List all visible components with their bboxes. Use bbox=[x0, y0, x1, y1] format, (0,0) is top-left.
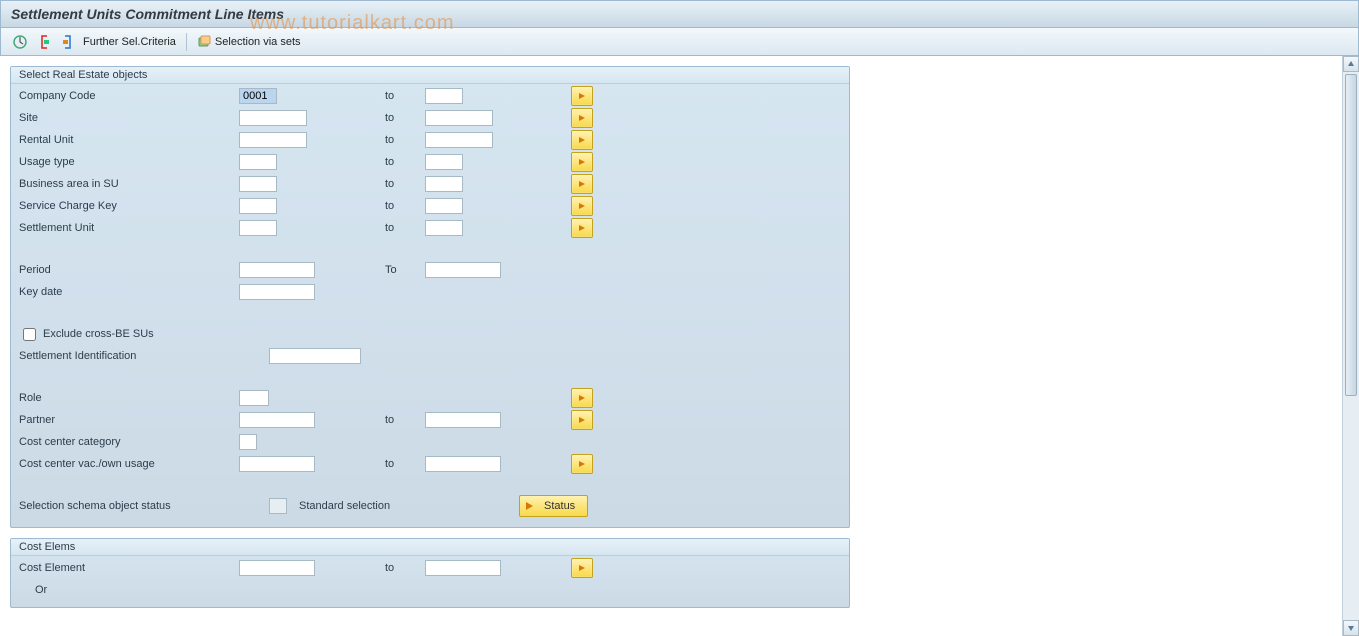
to-label: To bbox=[379, 264, 425, 276]
toolbar-separator bbox=[186, 33, 187, 51]
scroll-thumb[interactable] bbox=[1345, 74, 1357, 396]
business-area-to-input[interactable] bbox=[425, 176, 463, 192]
settlement-unit-multiple-button[interactable] bbox=[571, 218, 593, 238]
role-from-input[interactable] bbox=[239, 390, 269, 406]
usage-type-from-input[interactable] bbox=[239, 154, 277, 170]
toolbar: Further Sel.Criteria Selection via sets … bbox=[0, 28, 1359, 56]
bracket-left-icon[interactable] bbox=[35, 33, 53, 51]
to-label: to bbox=[379, 90, 425, 102]
cc-category-input[interactable] bbox=[239, 434, 257, 450]
to-label: to bbox=[379, 414, 425, 426]
group-title: Select Real Estate objects bbox=[11, 67, 849, 84]
cost-element-from-input[interactable] bbox=[239, 560, 315, 576]
to-label: to bbox=[379, 112, 425, 124]
partner-to-input[interactable] bbox=[425, 412, 501, 428]
partner-multiple-button[interactable] bbox=[571, 410, 593, 430]
settlement-id-label: Settlement Identification bbox=[19, 350, 269, 362]
selection-via-sets-label: Selection via sets bbox=[215, 36, 301, 48]
vertical-scrollbar[interactable] bbox=[1342, 56, 1359, 636]
role-label: Role bbox=[19, 392, 239, 404]
usage-type-multiple-button[interactable] bbox=[571, 152, 593, 172]
to-label: to bbox=[379, 562, 425, 574]
cost-element-multiple-button[interactable] bbox=[571, 558, 593, 578]
partner-label: Partner bbox=[19, 414, 239, 426]
group-real-estate-objects: Select Real Estate objects Company Code … bbox=[10, 66, 850, 528]
company-code-label: Company Code bbox=[19, 90, 239, 102]
cc-vac-from-input[interactable] bbox=[239, 456, 315, 472]
usage-type-to-input[interactable] bbox=[425, 154, 463, 170]
business-area-from-input[interactable] bbox=[239, 176, 277, 192]
cost-element-label: Cost Element bbox=[19, 562, 239, 574]
company-code-multiple-button[interactable] bbox=[571, 86, 593, 106]
company-code-from-input[interactable] bbox=[239, 88, 277, 104]
site-from-input[interactable] bbox=[239, 110, 307, 126]
standard-selection-label: Standard selection bbox=[293, 500, 519, 512]
cc-vac-multiple-button[interactable] bbox=[571, 454, 593, 474]
sel-schema-input bbox=[269, 498, 287, 514]
rental-unit-to-input[interactable] bbox=[425, 132, 493, 148]
to-label: to bbox=[379, 134, 425, 146]
usage-type-label: Usage type bbox=[19, 156, 239, 168]
scroll-up-button[interactable] bbox=[1343, 56, 1359, 72]
business-area-label: Business area in SU bbox=[19, 178, 239, 190]
period-to-input[interactable] bbox=[425, 262, 501, 278]
settlement-unit-to-input[interactable] bbox=[425, 220, 463, 236]
cc-vac-label: Cost center vac./own usage bbox=[19, 458, 239, 470]
header-bar: Settlement Units Commitment Line Items bbox=[0, 0, 1359, 28]
to-label: to bbox=[379, 458, 425, 470]
exclude-cross-be-checkbox[interactable] bbox=[23, 328, 36, 341]
sel-schema-label: Selection schema object status bbox=[19, 500, 269, 512]
service-charge-multiple-button[interactable] bbox=[571, 196, 593, 216]
sets-icon bbox=[197, 35, 211, 49]
group-title: Cost Elems bbox=[11, 539, 849, 556]
site-to-input[interactable] bbox=[425, 110, 493, 126]
business-area-multiple-button[interactable] bbox=[571, 174, 593, 194]
cc-vac-to-input[interactable] bbox=[425, 456, 501, 472]
settlement-id-input[interactable] bbox=[269, 348, 361, 364]
bracket-right-icon[interactable] bbox=[59, 33, 77, 51]
site-label: Site bbox=[19, 112, 239, 124]
to-label: to bbox=[379, 178, 425, 190]
settlement-unit-from-input[interactable] bbox=[239, 220, 277, 236]
key-date-label: Key date bbox=[19, 286, 239, 298]
rental-unit-from-input[interactable] bbox=[239, 132, 307, 148]
settlement-unit-label: Settlement Unit bbox=[19, 222, 239, 234]
rental-unit-multiple-button[interactable] bbox=[571, 130, 593, 150]
company-code-to-input[interactable] bbox=[425, 88, 463, 104]
cc-category-label: Cost center category bbox=[19, 436, 239, 448]
execute-icon[interactable] bbox=[11, 33, 29, 51]
further-sel-criteria-label: Further Sel.Criteria bbox=[83, 36, 176, 48]
service-charge-from-input[interactable] bbox=[239, 198, 277, 214]
role-multiple-button[interactable] bbox=[571, 388, 593, 408]
scroll-down-button[interactable] bbox=[1343, 620, 1359, 636]
group-cost-elems: Cost Elems Cost Element to Or bbox=[10, 538, 850, 608]
service-charge-to-input[interactable] bbox=[425, 198, 463, 214]
key-date-input[interactable] bbox=[239, 284, 315, 300]
cost-element-to-input[interactable] bbox=[425, 560, 501, 576]
further-sel-criteria-button[interactable]: Further Sel.Criteria bbox=[83, 36, 176, 48]
service-charge-label: Service Charge Key bbox=[19, 200, 239, 212]
site-multiple-button[interactable] bbox=[571, 108, 593, 128]
period-label: Period bbox=[19, 264, 239, 276]
exclude-cross-be-label: Exclude cross-BE SUs bbox=[43, 328, 154, 340]
or-label: Or bbox=[19, 584, 255, 596]
to-label: to bbox=[379, 222, 425, 234]
status-button[interactable]: Status bbox=[519, 495, 588, 517]
selection-via-sets-button[interactable]: Selection via sets bbox=[197, 35, 301, 49]
partner-from-input[interactable] bbox=[239, 412, 315, 428]
arrow-right-icon bbox=[524, 500, 536, 512]
page-title: Settlement Units Commitment Line Items bbox=[11, 6, 284, 22]
to-label: to bbox=[379, 156, 425, 168]
rental-unit-label: Rental Unit bbox=[19, 134, 239, 146]
content-area: Select Real Estate objects Company Code … bbox=[0, 56, 1359, 636]
period-from-input[interactable] bbox=[239, 262, 315, 278]
to-label: to bbox=[379, 200, 425, 212]
status-button-label: Status bbox=[544, 500, 575, 512]
